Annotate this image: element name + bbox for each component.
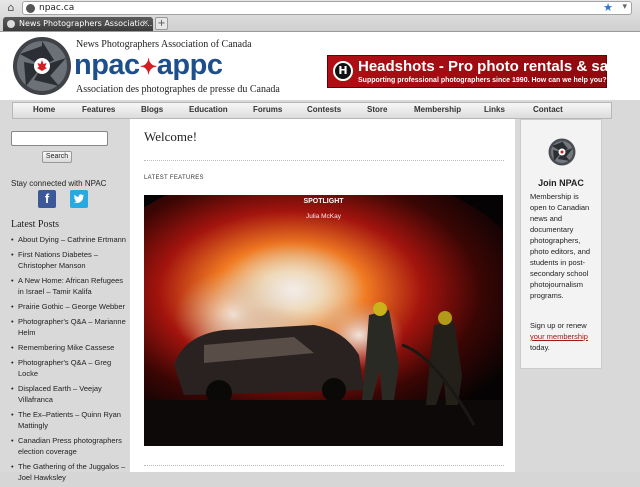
list-item[interactable]: A New Home: African Refugees in Israel –…	[11, 275, 127, 297]
signup-suffix: today.	[530, 343, 550, 352]
ad-tagline: Supporting professional photographers si…	[358, 77, 607, 84]
signup-prefix: Sign up or renew	[530, 321, 587, 330]
latest-posts-heading: Latest Posts	[11, 219, 60, 230]
list-item[interactable]: Photographer's Q&A – Marianne Helm	[11, 316, 127, 338]
list-item[interactable]: About Dying – Cathrine Ertmann	[11, 234, 127, 245]
search-button[interactable]: Search	[42, 151, 72, 163]
site-favicon	[26, 4, 35, 13]
join-title: Join NPAC	[538, 178, 584, 188]
home-icon[interactable]: ⌂	[4, 2, 18, 14]
nav-contests[interactable]: Contests	[307, 105, 341, 114]
list-item[interactable]: The Ex–Patients – Quinn Ryan Mattingly	[11, 409, 127, 431]
nav-features[interactable]: Features	[82, 105, 115, 114]
facebook-icon[interactable]: f	[38, 190, 56, 208]
list-item[interactable]: The Gathering of the Juggalos – Joel Haw…	[11, 461, 127, 483]
list-item[interactable]: Canadian Press photographers election co…	[11, 435, 127, 457]
site-logo-text[interactable]: npac✦appc	[74, 49, 223, 82]
latest-posts-list: About Dying – Cathrine Ertmann First Nat…	[11, 234, 127, 487]
abbr-left: npac	[74, 49, 140, 81]
chevron-down-icon[interactable]: ▾	[622, 2, 627, 12]
site-header: News Photographers Association of Canada…	[0, 32, 640, 100]
search-input[interactable]	[11, 131, 108, 146]
twitter-icon[interactable]	[70, 190, 88, 208]
ad-banner[interactable]: H Headshots - Pro photo rentals & sales …	[327, 55, 629, 88]
feature-byline[interactable]: Julia McKay	[144, 213, 503, 220]
nav-home[interactable]: Home	[33, 105, 55, 114]
feature-label: SPOTLIGHT	[303, 198, 344, 205]
list-item[interactable]: Photographer's Q&A – Greg Locke	[11, 357, 127, 379]
join-description: Membership is open to Canadian news and …	[530, 192, 591, 300]
browser-chrome: ⌂ npac.ca ★ ▾ News Photographers Associa…	[0, 0, 640, 32]
url-text[interactable]: npac.ca	[39, 3, 74, 13]
close-icon[interactable]: ×	[142, 18, 149, 27]
divider	[144, 160, 504, 161]
latest-features-label: LATEST FEATURES	[144, 175, 204, 181]
nav-membership[interactable]: Membership	[414, 105, 461, 114]
address-bar[interactable]: npac.ca ★ ▾	[22, 1, 632, 15]
ad-logo-icon: H	[333, 61, 353, 81]
tab-favicon	[7, 20, 15, 28]
tab-title: News Photographers Associatio...	[19, 19, 153, 28]
main-nav: Home Features Blogs Education Forums Con…	[12, 102, 612, 119]
join-signup: Sign up or renew your membership today.	[530, 320, 596, 353]
list-item[interactable]: Remembering Mike Cassese	[11, 342, 127, 353]
browser-tab[interactable]: News Photographers Associatio... ×	[3, 17, 153, 31]
left-sidebar: Search Stay connected with NPAC f Latest…	[10, 121, 128, 482]
list-item[interactable]: First Nations Diabetes – Christopher Man…	[11, 249, 127, 271]
maple-leaf-icon: ✦	[139, 56, 158, 79]
divider	[144, 465, 504, 466]
nav-education[interactable]: Education	[189, 105, 228, 114]
list-item[interactable]: Displaced Earth – Veejay Villafranca	[11, 383, 127, 405]
abbr-right: appc	[156, 49, 223, 81]
nav-contact[interactable]: Contact	[533, 105, 563, 114]
feature-photo	[144, 195, 503, 446]
stay-connected-label: Stay connected with NPAC	[11, 179, 107, 188]
main-content: Welcome! LATEST FEATURES SPOTLIGHT Julia…	[130, 119, 515, 472]
list-item[interactable]: Prairie Gothic – George Webber	[11, 301, 127, 312]
nav-blogs[interactable]: Blogs	[141, 105, 163, 114]
nav-links[interactable]: Links	[484, 105, 505, 114]
bookmark-star-icon[interactable]: ★	[603, 1, 613, 14]
page: News Photographers Association of Canada…	[0, 32, 640, 482]
feature-slideshow[interactable]: SPOTLIGHT Julia McKay	[144, 195, 503, 446]
camera-aperture-icon[interactable]	[12, 36, 72, 96]
new-tab-button[interactable]: +	[155, 17, 168, 30]
nav-store[interactable]: Store	[367, 105, 387, 114]
page-title: Welcome!	[144, 129, 198, 144]
camera-aperture-icon	[548, 138, 576, 166]
ad-headline: Headshots - Pro photo rentals & sales	[358, 58, 629, 75]
join-box: Join NPAC Membership is open to Canadian…	[520, 119, 602, 369]
org-name-french: Association des photographes de presse d…	[76, 84, 280, 95]
nav-forums[interactable]: Forums	[253, 105, 282, 114]
membership-link[interactable]: your membership	[530, 332, 588, 341]
